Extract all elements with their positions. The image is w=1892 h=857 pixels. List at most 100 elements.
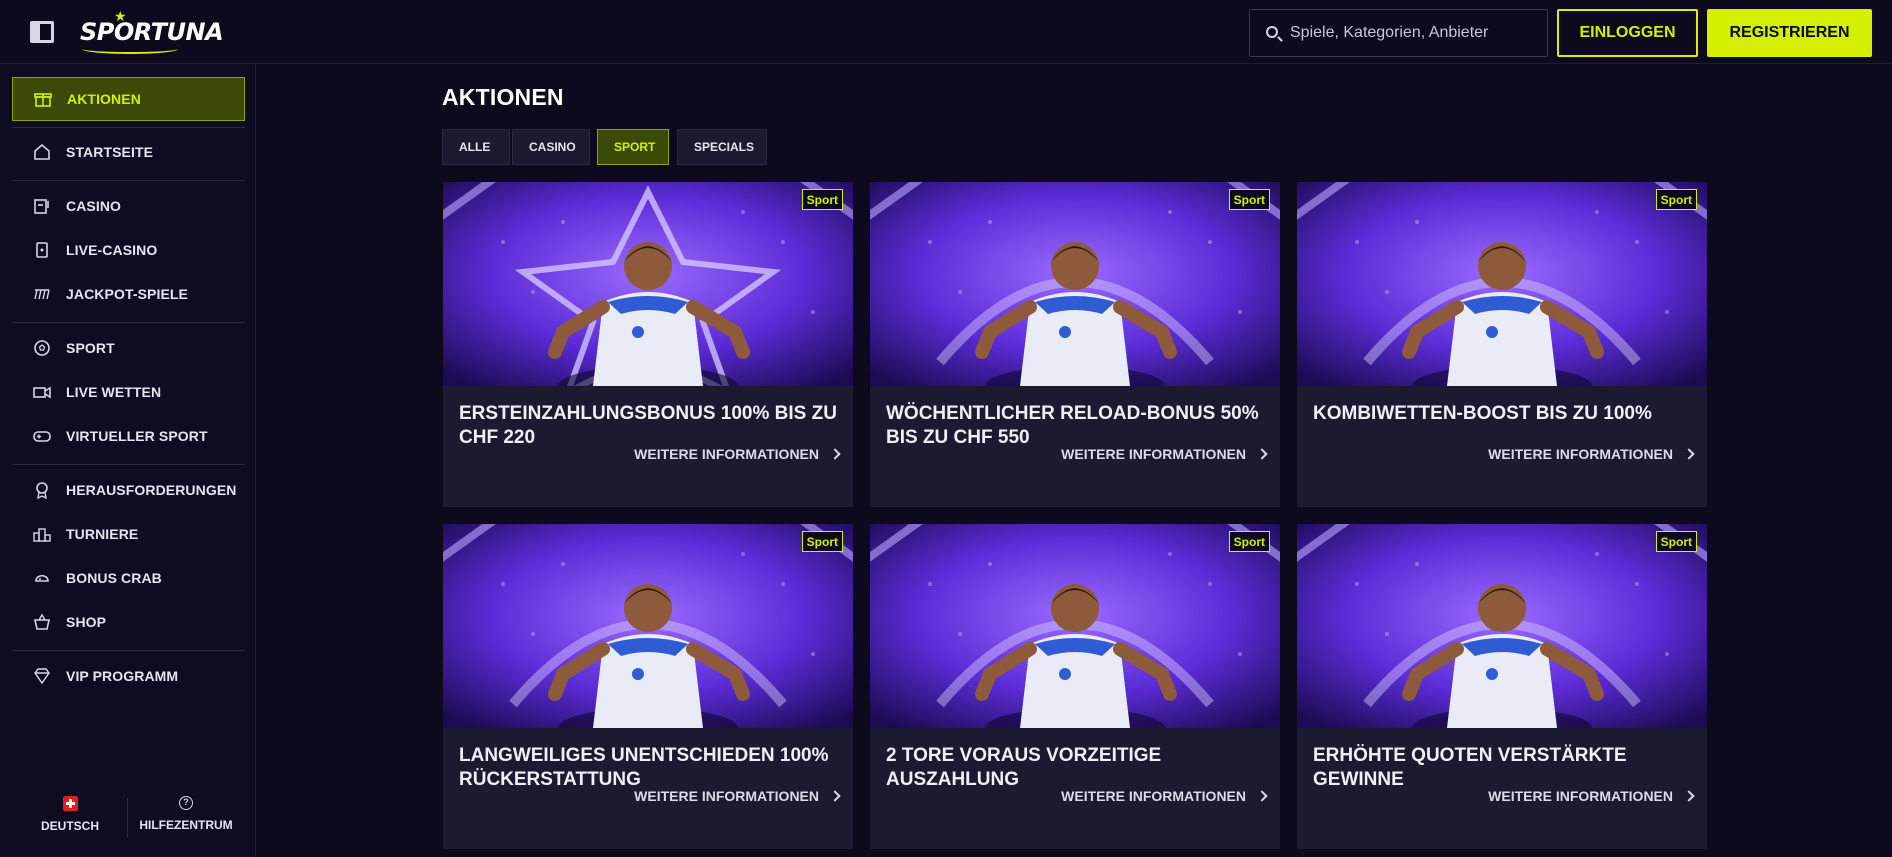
promo-card-image[interactable]: Sport [443,524,853,728]
basket-icon [32,612,52,632]
chevron-right-icon [1683,448,1695,460]
promo-title: KOMBIWETTEN-BOOST BIS ZU 100% [1313,403,1652,424]
promo-image [1297,182,1707,386]
promo-image [870,182,1280,386]
promo-title: ERSTEINZAHLUNGSBONUS 100% BIS ZU CHF 220 [459,403,837,448]
more-info-label: WEITERE INFORMATIONEN [634,446,819,462]
sidebar-item-label: JACKPOT-SPIELE [66,286,188,302]
sidebar-item-turniere[interactable]: TURNIERE [12,512,245,556]
diamond-icon [32,666,52,686]
sidebar-item-label: BONUS CRAB [66,570,162,586]
promo-image [1297,524,1707,728]
promo-card[interactable]: Sport LANGWEILIGES UNENTSCHIEDEN 100% RÜC… [443,524,853,849]
search-box[interactable] [1249,9,1548,57]
sidebar-item-virtueller-sport[interactable]: VIRTUELLER SPORT [12,414,245,458]
swiss-flag-icon [62,796,78,811]
tab-casino[interactable]: CASINO [512,129,590,165]
promo-card[interactable]: Sport ERHÖHTE QUOTEN VERSTÄRKTE GEWINNE WE… [1297,524,1707,849]
promo-card-image[interactable]: Sport [443,182,853,386]
category-badge: Sport [801,189,843,210]
sidebar-item-label: SHOP [66,614,107,630]
sidebar-item-label: VIP PROGRAMM [66,668,179,684]
video-camera-icon [32,382,52,402]
promo-card[interactable]: Sport 2 TORE VORAUS VORZEITIGE AUSZAHLUNG… [870,524,1280,849]
home-icon [32,142,52,162]
divider [12,650,245,651]
promo-card-image[interactable]: Sport [870,524,1280,728]
sidebar-item-aktionen[interactable]: AKTIONEN [12,77,245,121]
top-bar: SPORTUNA ★ EINLOGGEN REGISTRIEREN [0,0,1892,64]
more-info-label: WEITERE INFORMATIONEN [1488,446,1673,462]
promo-card[interactable]: Sport KOMBIWETTEN-BOOST BIS ZU 100% WEITER… [1297,182,1707,507]
gift-icon [33,89,53,109]
chevron-right-icon [1256,448,1268,460]
crab-icon [32,568,52,588]
promo-title: LANGWEILIGES UNENTSCHIEDEN 100% RÜCKERST… [459,745,829,790]
sidebar-item-shop[interactable]: SHOP [12,600,245,644]
chevron-right-icon [829,790,841,802]
gamepad-icon [32,426,52,446]
divider [12,127,245,128]
more-info-label: WEITERE INFORMATIONEN [1061,788,1246,804]
promo-title: WÖCHENTLICHER RELOAD-BONUS 50% BIS ZU CH… [886,403,1259,448]
sidebar-item-label: AKTIONEN [67,91,141,107]
soccer-ball-icon [32,338,52,358]
promo-image [870,524,1280,728]
sidebar-item-vip-programm[interactable]: VIP PROGRAMM [12,654,245,698]
chevron-right-icon [1256,790,1268,802]
divider [12,322,245,323]
more-info-link[interactable]: WEITERE INFORMATIONEN [1061,786,1268,806]
login-button[interactable]: EINLOGGEN [1557,9,1698,57]
register-button[interactable]: REGISTRIEREN [1707,9,1872,57]
promo-image [443,182,853,386]
sidebar-item-label: SPORT [66,340,115,356]
sidebar-item-startseite[interactable]: STARTSEITE [12,130,245,174]
page-title: AKTIONEN [442,84,564,110]
sidebar-item-live-casino[interactable]: LIVE-CASINO [12,228,245,272]
more-info-link[interactable]: WEITERE INFORMATIONEN [1488,786,1695,806]
sidebar-toggle-icon[interactable] [30,21,54,43]
promo-card-image[interactable]: Sport [870,182,1280,386]
tab-specials[interactable]: SPECIALS [677,129,767,165]
divider [12,464,245,465]
sidebar-item-casino[interactable]: CASINO [12,184,245,228]
divider [12,180,245,181]
promo-image [443,524,853,728]
more-info-link[interactable]: WEITERE INFORMATIONEN [634,444,841,464]
more-info-label: WEITERE INFORMATIONEN [1061,446,1246,462]
promo-title: 2 TORE VORAUS VORZEITIGE AUSZAHLUNG [886,745,1162,790]
sidebar-item-label: STARTSEITE [66,144,154,160]
sidebar-item-label: CASINO [66,198,122,214]
promo-card[interactable]: Sport ERSTEINZAHLUNGSBONUS 100% BIS ZU CH… [443,182,853,507]
playing-card-icon [32,240,52,260]
help-center-link[interactable]: ? HILFEZENTRUM [138,796,234,832]
sidebar-item-live-wetten[interactable]: LIVE WETTEN [12,370,245,414]
sidebar-item-bonus-crab[interactable]: BONUS CRAB [12,556,245,600]
logo-star-icon: ★ [114,8,127,24]
tab-alle[interactable]: ALLE [442,129,510,165]
sidebar-item-label: VIRTUELLER SPORT [66,428,208,444]
sidebar-item-label: TURNIERE [66,526,139,542]
sidebar-item-sport[interactable]: SPORT [12,326,245,370]
more-info-link[interactable]: WEITERE INFORMATIONEN [1488,444,1695,464]
help-icon: ? [179,796,193,810]
chevron-right-icon [1683,790,1695,802]
chevron-right-icon [829,448,841,460]
promo-card-image[interactable]: Sport [1297,182,1707,386]
language-selector[interactable]: DEUTSCH [36,796,104,833]
tab-sport[interactable]: SPORT [597,129,669,165]
more-info-label: WEITERE INFORMATIONEN [634,788,819,804]
sidebar-item-label: LIVE-CASINO [66,242,158,258]
more-info-label: WEITERE INFORMATIONEN [1488,788,1673,804]
more-info-link[interactable]: WEITERE INFORMATIONEN [634,786,841,806]
sidebar-item-herausforderungen[interactable]: HERAUSFORDERUNGEN [12,468,245,512]
category-badge: Sport [1228,189,1270,210]
promo-card-image[interactable]: Sport [1297,524,1707,728]
category-badge: Sport [1228,531,1270,552]
search-input[interactable] [1290,10,1540,56]
category-badge: Sport [1655,531,1697,552]
category-badge: Sport [1655,189,1697,210]
sidebar-item-jackpot-spiele[interactable]: JACKPOT-SPIELE [12,272,245,316]
more-info-link[interactable]: WEITERE INFORMATIONEN [1061,444,1268,464]
promo-card[interactable]: Sport WÖCHENTLICHER RELOAD-BONUS 50% BIS … [870,182,1280,507]
